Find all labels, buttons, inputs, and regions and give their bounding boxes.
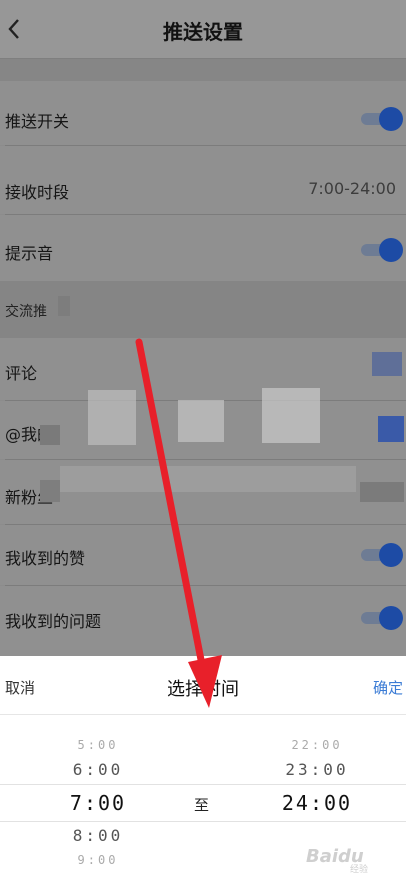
mosaic-block xyxy=(360,482,404,502)
likes-toggle[interactable] xyxy=(361,543,403,567)
questions-label: 我收到的问题 xyxy=(5,612,102,631)
push-switch-toggle[interactable] xyxy=(361,107,403,131)
receive-period-label: 接收时段 xyxy=(5,183,70,202)
receive-period-row[interactable]: 接收时段 7:00-24:00 xyxy=(0,146,406,214)
picker-toolbar: 取消 选择时间 确定 xyxy=(0,656,406,715)
to-label: 至 xyxy=(194,796,210,814)
end-option[interactable]: 22:00 xyxy=(262,738,372,752)
start-option-selected[interactable]: 7:00 xyxy=(48,791,148,815)
picker-title: 选择时间 xyxy=(167,679,239,700)
mosaic-block xyxy=(40,425,60,445)
end-option-selected[interactable]: 24:00 xyxy=(262,791,372,815)
likes-row: 我收到的赞 xyxy=(0,525,406,585)
start-option[interactable]: 6:00 xyxy=(48,760,148,779)
start-option[interactable]: 5:00 xyxy=(48,738,148,752)
spacer xyxy=(0,59,406,81)
sound-toggle[interactable] xyxy=(361,238,403,262)
mosaic-block xyxy=(178,400,224,442)
questions-toggle[interactable] xyxy=(361,606,403,630)
sound-row: 提示音 xyxy=(0,215,406,281)
push-switch-row: 推送开关 xyxy=(0,81,406,145)
section-label: 交流推 xyxy=(5,304,47,320)
mosaic-block xyxy=(58,296,70,316)
mosaic-block xyxy=(88,390,136,445)
comment-label: 评论 xyxy=(5,364,38,383)
mosaic-block xyxy=(60,466,356,492)
start-option[interactable]: 9:00 xyxy=(48,853,148,867)
push-switch-label: 推送开关 xyxy=(5,112,70,131)
sound-label: 提示音 xyxy=(5,244,54,263)
receive-period-value: 7:00-24:00 xyxy=(308,179,396,198)
comment-row: 评论 xyxy=(0,338,406,400)
mosaic-block xyxy=(40,480,60,502)
nav-header: 推送设置 xyxy=(0,0,406,59)
start-option[interactable]: 8:00 xyxy=(48,826,148,845)
end-option[interactable]: 23:00 xyxy=(262,760,372,779)
mosaic-block xyxy=(262,388,320,443)
questions-row: 我收到的问题 xyxy=(0,586,406,656)
push-settings-screen: 推送设置 推送开关 接收时段 7:00-24:00 提示音 交流推 评论 @我的… xyxy=(0,0,406,888)
mosaic-block xyxy=(378,416,404,442)
mosaic-block xyxy=(372,352,402,376)
likes-label: 我收到的赞 xyxy=(5,549,86,568)
watermark-sub: 经验 xyxy=(350,865,369,875)
confirm-button[interactable]: 确定 xyxy=(373,677,403,698)
page-title: 推送设置 xyxy=(163,20,243,44)
